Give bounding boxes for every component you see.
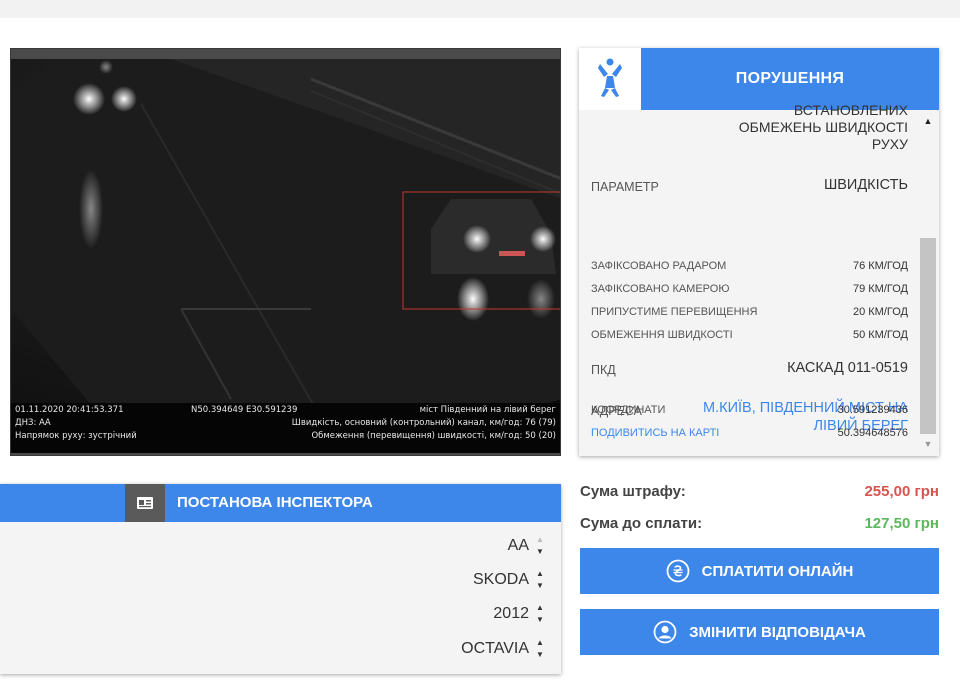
camera-location: міст Південний на лівий берег	[419, 405, 556, 415]
scroll-down-icon[interactable]: ▼	[923, 439, 933, 449]
top-bar	[0, 0, 960, 18]
camera-image	[11, 59, 560, 453]
violation-panel: ПОРУШЕННЯ ВСТАНОВЛЕНИХ ОБМЕЖЕНЬ ШВИДКОСТ…	[579, 48, 939, 456]
change-respondent-label: ЗМІНИТИ ВІДПОВІДАЧА	[689, 623, 866, 641]
user-icon	[653, 620, 677, 644]
radar-row: ЗАФІКСОВАНО РАДАРОМ 76 КМ/ГОД	[591, 260, 908, 272]
spinner-icon[interactable]: ▲ ▼	[535, 569, 545, 591]
param-value: ШВИДКІСТЬ	[823, 177, 908, 193]
plate-field[interactable]: АА ▲ ▼	[508, 532, 545, 560]
coords-row: КООРДИНАТИ 30.591239436	[591, 404, 908, 418]
violation-desc-line3: РУХУ	[871, 136, 908, 152]
camera-plate: ДНЗ: АА	[15, 418, 51, 428]
param-row: ПАРАМЕТР ШВИДКІСТЬ	[591, 177, 908, 195]
inspector-title: ПОСТАНОВА ІНСПЕКТОРА	[177, 494, 373, 511]
change-respondent-button[interactable]: ЗМІНИТИ ВІДПОВІДАЧА	[580, 609, 939, 655]
camera-direction: Напрямок руху: зустрічний	[15, 431, 137, 441]
camera-speed: Швидкість, основний (контрольний) канал,…	[291, 418, 556, 428]
model-field[interactable]: OCTAVIA ▲ ▼	[461, 635, 545, 663]
camera-gps: N50.394649 E30.591239	[191, 405, 298, 415]
camera-speed-row: ЗАФІКСОВАНО КАМЕРОЮ 79 КМ/ГОД	[591, 283, 908, 295]
fine-amount-label: Сума штрафу:	[580, 483, 686, 500]
night-road-scene	[11, 59, 560, 453]
inspector-panel: ПОСТАНОВА ІНСПЕКТОРА АА ▲ ▼ SKODA ▲ ▼ 2012…	[0, 484, 561, 674]
spinner-icon[interactable]: ▲ ▼	[535, 638, 545, 660]
map-row: ПОДИВИТИСЬ НА КАРТІ 50.394648576	[591, 427, 908, 441]
violation-desc-line1: ВСТАНОВЛЕНИХ	[793, 102, 908, 118]
limit-row: ОБМЕЖЕННЯ ШВИДКОСТІ 50 КМ/ГОД	[591, 329, 908, 341]
inspector-header: ПОСТАНОВА ІНСПЕКТОРА	[0, 484, 561, 522]
pkd-label: ПКД	[591, 363, 616, 377]
violation-desc-line2: ОБМЕЖЕНЬ ШВИДКОСТІ	[738, 119, 908, 135]
pay-online-button[interactable]: СПЛАТИТИ ОНЛАЙН	[580, 548, 939, 594]
due-amount-value: 127,50 грн	[864, 515, 939, 532]
pkd-value: КАСКАД 011-0519	[787, 360, 908, 376]
coord-lon: 30.591239436	[837, 404, 908, 416]
id-card-icon	[125, 484, 165, 522]
make-field[interactable]: SKODA ▲ ▼	[473, 566, 545, 594]
tolerance-row: ПРИПУСТИМЕ ПЕРЕВИЩЕННЯ 20 КМ/ГОД	[591, 306, 908, 318]
fine-amount-row: Сума штрафу: 255,00 грн	[580, 483, 939, 503]
violation-header: ПОРУШЕННЯ	[579, 48, 939, 110]
spinner-icon[interactable]: ▲ ▼	[535, 603, 545, 625]
coord-lat: 50.394648576	[837, 427, 908, 439]
spinner-icon[interactable]: ▲ ▼	[535, 535, 545, 557]
scroll-up-icon[interactable]: ▲	[923, 116, 933, 126]
scrollbar-thumb[interactable]	[920, 238, 936, 434]
due-amount-row: Сума до сплати: 127,50 грн	[580, 515, 939, 535]
coords-label: КООРДИНАТИ	[591, 404, 666, 416]
camera-datetime: 01.11.2020 20:41:53.371	[15, 405, 124, 415]
camera-photo: 01.11.2020 20:41:53.371 N50.394649 E30.5…	[10, 48, 561, 456]
year-field[interactable]: 2012 ▲ ▼	[493, 600, 545, 628]
map-link[interactable]: ПОДИВИТИСЬ НА КАРТІ	[591, 427, 719, 439]
violation-title: ПОРУШЕННЯ	[735, 70, 845, 87]
fine-amount-value: 255,00 грн	[864, 483, 939, 500]
due-amount-label: Сума до сплати:	[580, 515, 703, 532]
camera-limit: Обмеження (перевищення) швидкості, км/го…	[311, 431, 556, 441]
pkd-row: ПКД КАСКАД 011-0519	[591, 360, 908, 378]
hryvnia-icon	[666, 559, 690, 583]
logo-icon	[579, 48, 641, 110]
pay-online-label: СПЛАТИТИ ОНЛАЙН	[701, 562, 854, 580]
param-label: ПАРАМЕТР	[591, 180, 659, 194]
